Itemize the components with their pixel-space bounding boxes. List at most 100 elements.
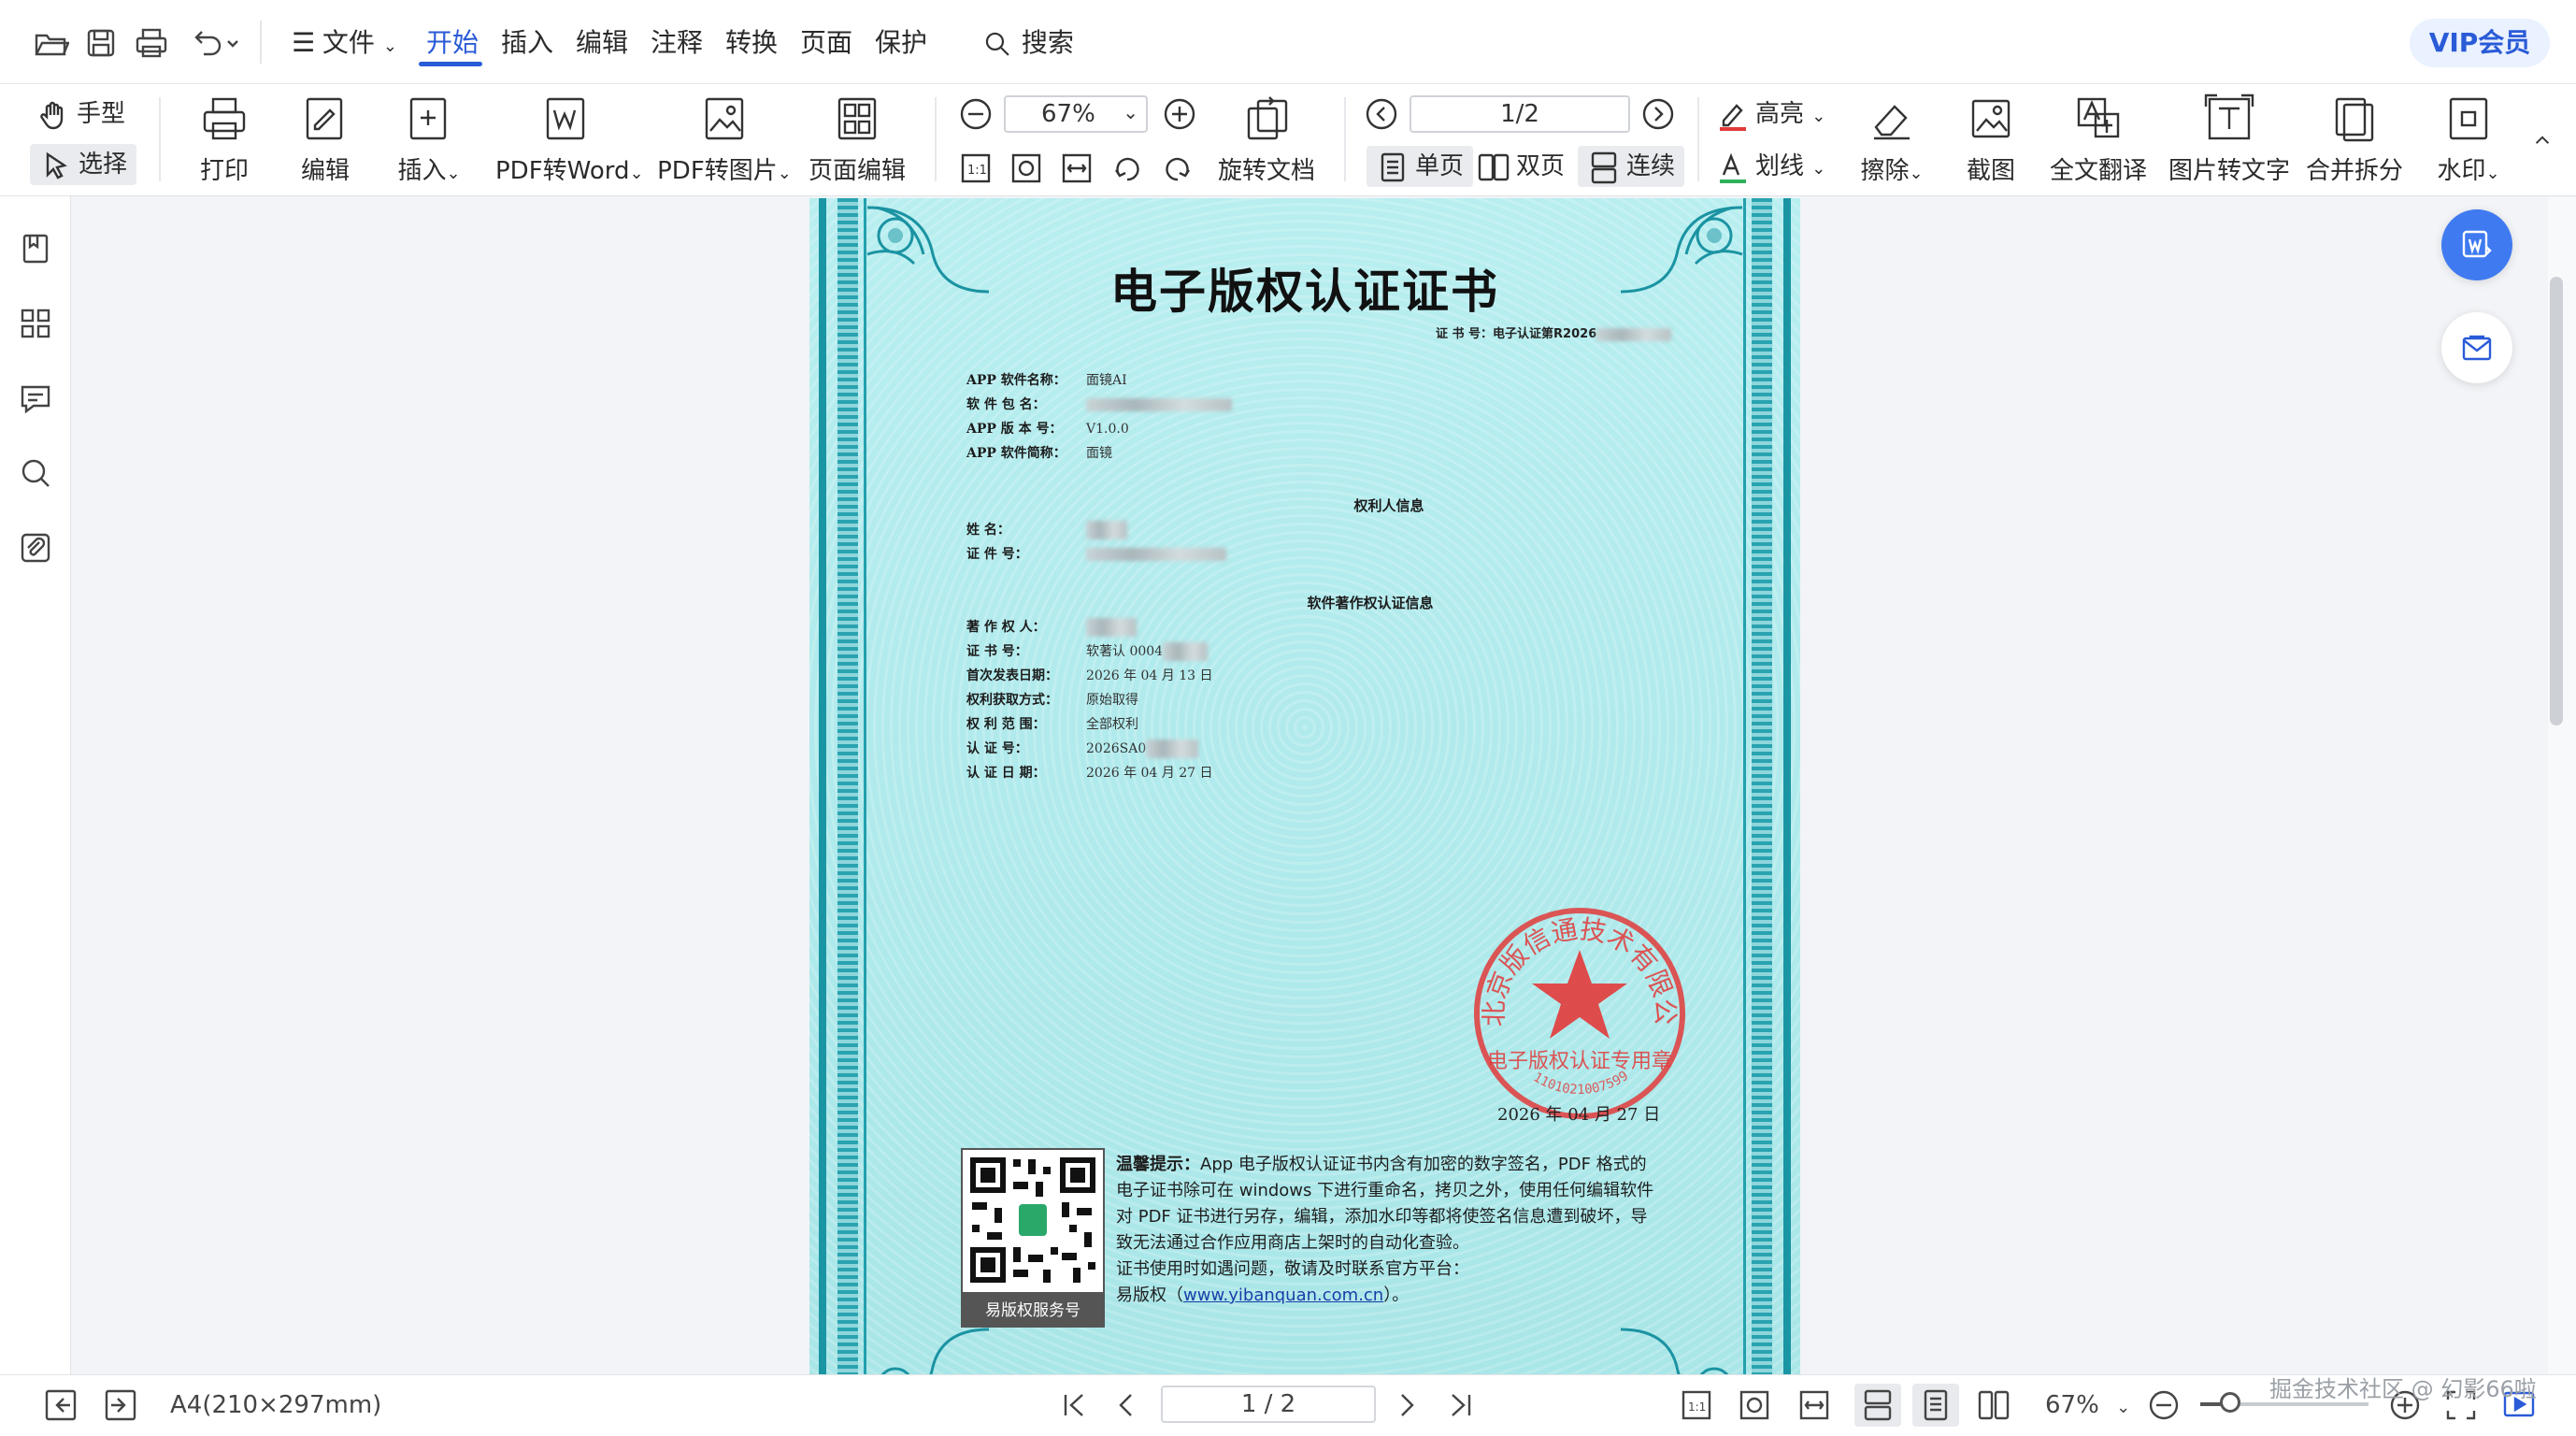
status-single-page-button[interactable] [1912, 1384, 1959, 1427]
search-panel-icon[interactable] [17, 454, 54, 492]
corner-ornament-bottom-right [1611, 1320, 1752, 1374]
expand-right-panel-icon[interactable] [103, 1387, 138, 1423]
last-page-icon [1452, 1394, 1471, 1416]
tab-start[interactable]: 开始 [426, 24, 479, 62]
collapse-left-panel-icon[interactable] [43, 1387, 79, 1423]
status-actual-size-button[interactable]: 1:1 [1679, 1387, 1714, 1423]
undo-icon[interactable] [189, 24, 245, 62]
rotate-doc-button[interactable]: 旋转文档 [1215, 93, 1318, 186]
double-page-icon [1478, 153, 1510, 180]
tab-protect[interactable]: 保护 [875, 24, 927, 62]
next-page-status-button[interactable] [1389, 1387, 1424, 1423]
image-icon [699, 93, 750, 144]
continuous-button[interactable]: 连续 [1578, 146, 1685, 187]
image-to-text-button[interactable]: 图片转文字 [2168, 93, 2290, 186]
ribbon-separator [1697, 97, 1699, 181]
zoom-select[interactable]: 67% ⌄ [1004, 95, 1148, 133]
official-site-link[interactable]: www.yibanquan.com.cn [1183, 1285, 1383, 1305]
merge-split-button[interactable]: 合并拆分 [2303, 93, 2406, 186]
chevron-down-icon: ⌄ [382, 36, 397, 56]
tab-annotate[interactable]: 注释 [651, 24, 703, 62]
status-zoom-select[interactable]: 67% ⌄ [2045, 1389, 2130, 1424]
save-icon[interactable] [82, 24, 120, 62]
thumbnails-icon[interactable] [17, 305, 54, 342]
grid-icon [832, 93, 882, 144]
highlight-button[interactable]: 高亮 ⌄ [1716, 93, 1825, 135]
seal-date: 2026 年 04 月 27 日 [1497, 1105, 1661, 1125]
edit-button[interactable]: 编辑 [288, 93, 363, 186]
field-app-version: APP 版 本 号： V1.0.0 [966, 422, 1129, 437]
zoom-out-icon [960, 98, 992, 130]
redacted-value [1086, 521, 1127, 539]
menu-file[interactable]: ☰ 文件 ⌄ [292, 24, 397, 62]
printer-icon [199, 93, 250, 144]
translate-button[interactable]: 全文翻译 [2047, 93, 2150, 186]
prev-page-status-button[interactable] [1109, 1387, 1144, 1423]
rotate-right-button[interactable] [1159, 150, 1196, 187]
open-folder-icon[interactable] [32, 24, 70, 62]
fit-page-button[interactable] [1008, 150, 1045, 187]
page-edit-button[interactable]: 页面编辑 [806, 93, 909, 186]
double-page-button[interactable]: 双页 [1477, 146, 1565, 187]
pdf-to-word-float-button[interactable] [2441, 209, 2512, 280]
next-page-button[interactable] [1639, 95, 1677, 133]
vip-button[interactable]: VIP会员 [2410, 19, 2550, 67]
erase-button[interactable]: 擦除⌄ [1854, 93, 1929, 186]
first-page-button[interactable] [1056, 1387, 1092, 1423]
field-app-short-name: APP 软件简称： 面镜 [966, 446, 1112, 461]
status-double-page-button[interactable] [1976, 1387, 2011, 1423]
zoom-out-button[interactable] [957, 95, 995, 133]
print-button[interactable]: 打印 [187, 93, 262, 186]
hand-tool[interactable]: 手型 [37, 93, 125, 135]
notice-contact: 证书使用时如遇问题，敬请及时联系官方平台： [1116, 1259, 1469, 1279]
actual-size-icon: 1:1 [961, 153, 991, 183]
status-fit-page-button[interactable] [1737, 1387, 1772, 1423]
continuous-icon [1591, 151, 1617, 183]
page-number-input[interactable]: 1/2 [1410, 95, 1630, 133]
certificate-page: 电子版权认证证书 证 书 号：电子认证第R2026 APP 软件名称： 面镜AI … [809, 198, 1800, 1374]
underline-button[interactable]: 划线 ⌄ [1716, 146, 1825, 187]
corner-ornament-bottom-left [858, 1320, 998, 1374]
prev-page-button[interactable] [1363, 95, 1400, 133]
mail-float-button[interactable] [2441, 312, 2512, 383]
status-continuous-button[interactable] [1854, 1384, 1901, 1427]
collapse-ribbon-button[interactable] [2527, 125, 2557, 155]
pdf-to-image-button[interactable]: PDF转图片⌄ [656, 93, 793, 186]
tab-page[interactable]: 页面 [800, 24, 852, 62]
tab-edit[interactable]: 编辑 [576, 24, 628, 62]
tab-insert[interactable]: 插入 [501, 24, 553, 62]
search-button[interactable]: 搜索 [981, 24, 1074, 62]
status-zoom-out-button[interactable] [2146, 1387, 2182, 1423]
attachment-icon[interactable] [17, 529, 54, 567]
field-holder-name: 姓 名： [966, 520, 1127, 539]
fit-width-button[interactable] [1058, 150, 1095, 187]
tab-convert[interactable]: 转换 [725, 24, 778, 62]
status-fit-width-button[interactable] [1796, 1387, 1832, 1423]
zoom-out-icon [2149, 1390, 2179, 1420]
rotate-left-button[interactable] [1109, 150, 1146, 187]
field-first-publish-date: 首次发表日期： 2026 年 04 月 13 日 [966, 668, 1213, 683]
ribbon-separator [935, 97, 937, 181]
status-page-input[interactable]: 1 / 2 [1161, 1386, 1376, 1423]
zoom-in-button[interactable] [1161, 95, 1198, 133]
bookmark-icon[interactable] [17, 230, 54, 267]
insert-button[interactable]: 插入⌄ [387, 93, 471, 186]
screenshot-button[interactable]: 截图 [1953, 93, 2028, 186]
last-page-button[interactable] [1443, 1387, 1479, 1423]
single-page-button[interactable]: 单页 [1367, 146, 1474, 187]
chevron-down-icon: ⌄ [629, 164, 644, 183]
comments-icon[interactable] [17, 380, 54, 417]
print-quick-icon[interactable] [133, 24, 170, 62]
ribbon-separator [159, 97, 161, 181]
cursor-icon [46, 151, 67, 180]
select-tool[interactable]: 选择 [30, 144, 137, 185]
rotate-doc-icon [1241, 93, 1292, 144]
watermark-button[interactable]: 水印⌄ [2426, 93, 2511, 186]
actual-size-button[interactable]: 1:1 [957, 150, 995, 187]
pdf-to-word-button[interactable]: PDF转Word⌄ [495, 93, 644, 186]
field-app-name: APP 软件名称： 面镜AI [966, 373, 1127, 388]
field-auth-date: 认 证 日 期： 2026 年 04 月 27 日 [966, 766, 1213, 781]
chevron-left-icon [1119, 1394, 1132, 1416]
field-package-name: 软 件 包 名： [966, 395, 1232, 413]
scrollbar-thumb[interactable] [2550, 277, 2563, 725]
